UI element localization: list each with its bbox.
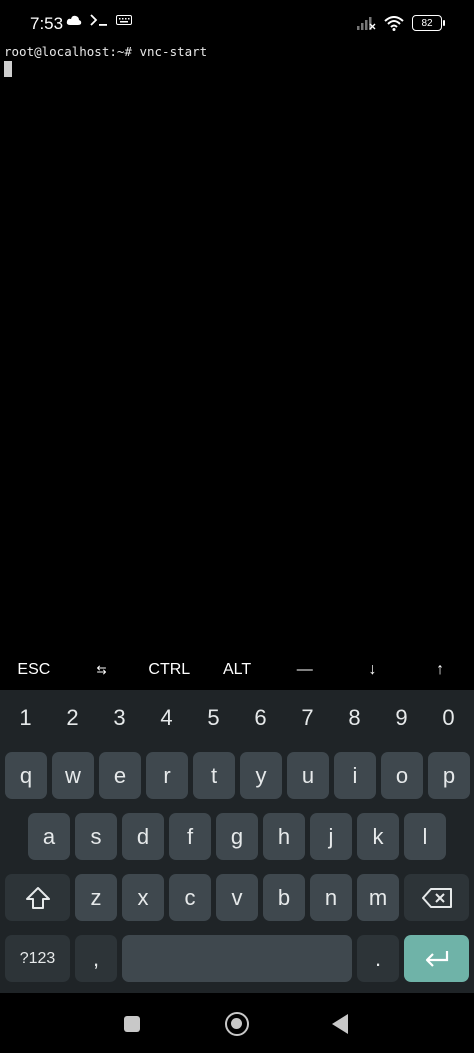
signal-icon: [357, 17, 376, 30]
extra-key-tab[interactable]: ⇆: [68, 650, 136, 690]
key-v[interactable]: v: [216, 874, 258, 921]
status-bar: 7:53 82: [0, 0, 474, 44]
key-o[interactable]: o: [381, 752, 423, 799]
enter-key[interactable]: [404, 935, 469, 982]
soft-keyboard: 1 2 3 4 5 6 7 8 9 0 q w e r t y u i o p …: [0, 690, 474, 993]
symbols-key[interactable]: ?123: [5, 935, 70, 982]
battery-icon: 82: [412, 15, 445, 31]
recents-button[interactable]: [124, 1016, 140, 1032]
key-0[interactable]: 0: [425, 690, 472, 746]
extra-key-alt[interactable]: ALT: [203, 650, 271, 690]
number-row: 1 2 3 4 5 6 7 8 9 0: [0, 690, 474, 746]
key-5[interactable]: 5: [190, 690, 237, 746]
key-7[interactable]: 7: [284, 690, 331, 746]
key-9[interactable]: 9: [378, 690, 425, 746]
extra-key-ctrl[interactable]: CTRL: [135, 650, 203, 690]
key-x[interactable]: x: [122, 874, 164, 921]
key-g[interactable]: g: [216, 813, 258, 860]
key-4[interactable]: 4: [143, 690, 190, 746]
key-f[interactable]: f: [169, 813, 211, 860]
key-i[interactable]: i: [334, 752, 376, 799]
extra-key-down[interactable]: ↓: [339, 650, 407, 690]
period-key[interactable]: .: [357, 935, 399, 982]
terminal-icon: [90, 14, 107, 26]
key-h[interactable]: h: [263, 813, 305, 860]
status-right-icons: 82: [356, 15, 445, 31]
key-1[interactable]: 1: [2, 690, 49, 746]
battery-level: 82: [421, 17, 433, 29]
cloud-icon: [66, 15, 82, 25]
key-c[interactable]: c: [169, 874, 211, 921]
extra-key-dash[interactable]: —: [271, 650, 339, 690]
symbols-key-label: ?123: [19, 949, 56, 967]
key-y[interactable]: y: [240, 752, 282, 799]
space-key[interactable]: [122, 935, 352, 982]
key-8[interactable]: 8: [331, 690, 378, 746]
comma-key[interactable]: ,: [75, 935, 117, 982]
status-left-icons: [66, 14, 132, 26]
terminal-cursor: [4, 61, 12, 77]
keyboard-icon: [116, 15, 132, 25]
extra-keys-row: ESC ⇆ CTRL ALT — ↓ ↑: [0, 650, 474, 690]
key-3[interactable]: 3: [96, 690, 143, 746]
key-e[interactable]: e: [99, 752, 141, 799]
key-r[interactable]: r: [146, 752, 188, 799]
home-button[interactable]: [225, 1012, 249, 1036]
key-a[interactable]: a: [28, 813, 70, 860]
key-n[interactable]: n: [310, 874, 352, 921]
key-u[interactable]: u: [287, 752, 329, 799]
key-p[interactable]: p: [428, 752, 470, 799]
key-d[interactable]: d: [122, 813, 164, 860]
key-j[interactable]: j: [310, 813, 352, 860]
wifi-icon: [384, 15, 404, 31]
key-s[interactable]: s: [75, 813, 117, 860]
backspace-icon: [421, 887, 452, 908]
terminal-prompt-line: root@localhost:~# vnc-start: [4, 44, 208, 59]
key-z[interactable]: z: [75, 874, 117, 921]
key-q[interactable]: q: [5, 752, 47, 799]
enter-icon: [425, 950, 448, 967]
terminal-view[interactable]: root@localhost:~# vnc-start: [0, 44, 474, 650]
key-2[interactable]: 2: [49, 690, 96, 746]
key-6[interactable]: 6: [237, 690, 284, 746]
extra-key-up[interactable]: ↑: [406, 650, 474, 690]
extra-key-esc[interactable]: ESC: [0, 650, 68, 690]
key-m[interactable]: m: [357, 874, 399, 921]
status-time: 7:53: [30, 14, 64, 33]
key-t[interactable]: t: [193, 752, 235, 799]
navigation-bar: [0, 993, 474, 1053]
key-w[interactable]: w: [52, 752, 94, 799]
backspace-key[interactable]: [404, 874, 469, 921]
key-l[interactable]: l: [404, 813, 446, 860]
key-k[interactable]: k: [357, 813, 399, 860]
back-button[interactable]: [332, 1014, 348, 1034]
shift-icon: [25, 886, 50, 909]
key-b[interactable]: b: [263, 874, 305, 921]
shift-key[interactable]: [5, 874, 70, 921]
